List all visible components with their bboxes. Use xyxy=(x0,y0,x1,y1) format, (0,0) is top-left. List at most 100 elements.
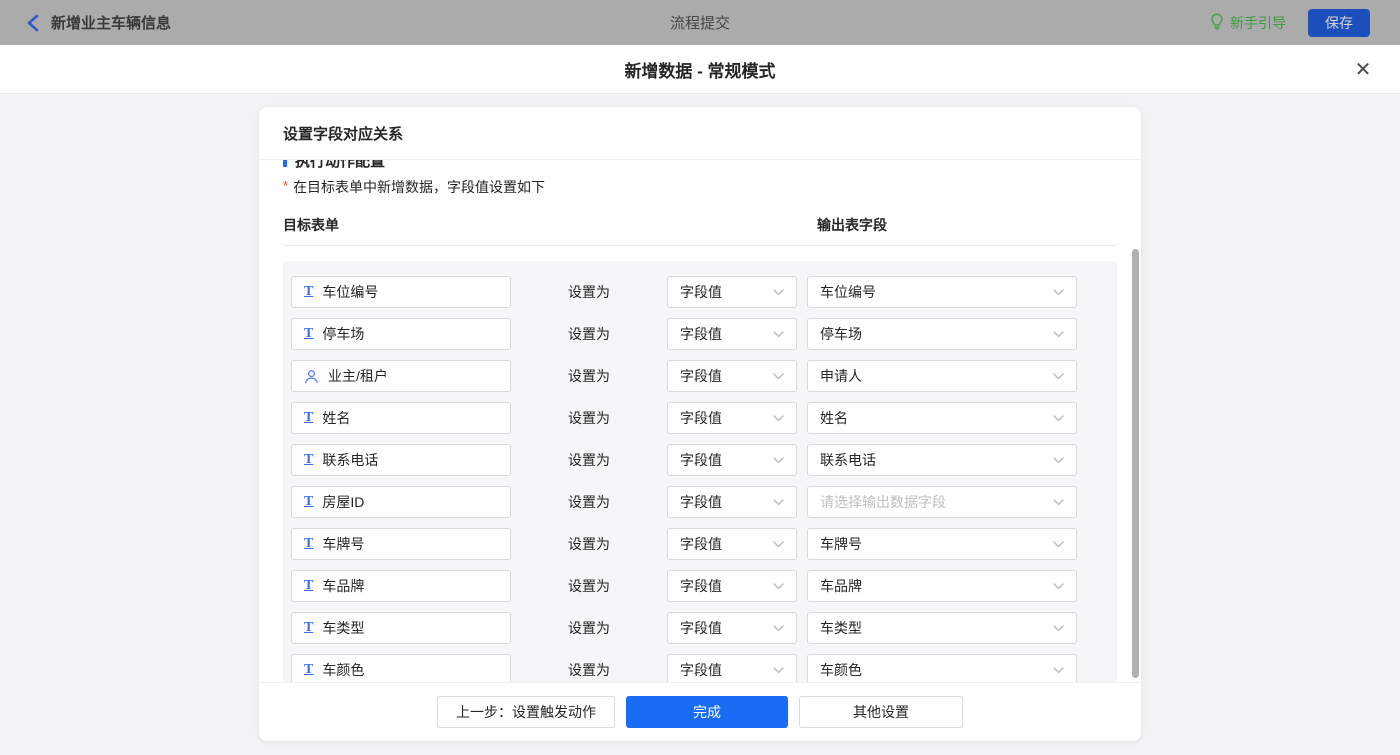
field-mapping-row: T 车类型 设置为 字段值 车类型 xyxy=(291,612,1109,644)
chevron-down-icon xyxy=(773,535,784,553)
chevron-down-icon xyxy=(1053,535,1064,553)
target-field-input[interactable]: T 车类型 xyxy=(291,612,511,644)
text-field-icon: T xyxy=(304,327,313,341)
field-mapping-row: T 姓名 设置为 字段值 姓名 xyxy=(291,402,1109,434)
set-as-label: 设置为 xyxy=(511,618,667,638)
text-field-icon: T xyxy=(304,495,313,509)
clipped-section-title: 执行动作配置 xyxy=(283,160,1117,169)
value-type-select[interactable]: 字段值 xyxy=(667,528,797,560)
set-as-label: 设置为 xyxy=(511,450,667,470)
set-as-label: 设置为 xyxy=(511,576,667,596)
target-field-label: 车类型 xyxy=(322,618,364,638)
done-button[interactable]: 完成 xyxy=(626,696,788,728)
value-type-select[interactable]: 字段值 xyxy=(667,402,797,434)
value-type-select[interactable]: 字段值 xyxy=(667,654,797,682)
value-type-select[interactable]: 字段值 xyxy=(667,276,797,308)
value-type-text: 字段值 xyxy=(680,492,722,512)
output-field-text: 联系电话 xyxy=(820,450,876,470)
target-field-input[interactable]: T 业主/租户 xyxy=(291,360,511,392)
target-field-label: 车位编号 xyxy=(322,282,378,302)
chevron-down-icon xyxy=(773,367,784,385)
instruction-text: 在目标表单中新增数据，字段值设置如下 xyxy=(293,177,545,197)
output-field-select[interactable]: 申请人 xyxy=(807,360,1077,392)
chevron-down-icon xyxy=(773,325,784,343)
value-type-select[interactable]: 字段值 xyxy=(667,486,797,518)
value-type-select[interactable]: 字段值 xyxy=(667,360,797,392)
text-field-icon: T xyxy=(304,285,313,299)
target-field-input[interactable]: T 车颜色 xyxy=(291,654,511,682)
set-as-label: 设置为 xyxy=(511,366,667,386)
value-type-text: 字段值 xyxy=(680,660,722,680)
chevron-down-icon xyxy=(773,577,784,595)
field-mapping-row: T 房屋ID 设置为 字段值 请选择输出数据字段 xyxy=(291,486,1109,518)
text-field-icon: T xyxy=(304,663,313,677)
set-as-label: 设置为 xyxy=(511,660,667,680)
field-mapping-row: T 车品牌 设置为 字段值 车品牌 xyxy=(291,570,1109,602)
output-field-select[interactable]: 车牌号 xyxy=(807,528,1077,560)
chevron-down-icon xyxy=(1053,325,1064,343)
field-rows: T 车位编号 设置为 字段值 车位编号 T 停车场 设置 xyxy=(283,261,1117,682)
lightbulb-icon xyxy=(1210,13,1224,33)
chevron-down-icon xyxy=(773,661,784,679)
value-type-select[interactable]: 字段值 xyxy=(667,570,797,602)
card-scroll-area: 执行动作配置 * 在目标表单中新增数据，字段值设置如下 目标表单 输出表字段 T xyxy=(259,160,1141,682)
target-field-input[interactable]: T 停车场 xyxy=(291,318,511,350)
value-type-text: 字段值 xyxy=(680,408,722,428)
output-field-select[interactable]: 车品牌 xyxy=(807,570,1077,602)
chevron-down-icon xyxy=(1053,283,1064,301)
save-button[interactable]: 保存 xyxy=(1308,9,1370,37)
required-asterisk: * xyxy=(283,178,288,193)
card-header-title: 设置字段对应关系 xyxy=(259,107,1141,160)
target-field-label: 车牌号 xyxy=(322,534,364,554)
guide-button[interactable]: 新手引导 xyxy=(1210,13,1286,33)
field-mapping-row: T 停车场 设置为 字段值 停车场 xyxy=(291,318,1109,350)
field-mapping-row: T 业主/租户 设置为 字段值 申请人 xyxy=(291,360,1109,392)
output-field-select[interactable]: 姓名 xyxy=(807,402,1077,434)
set-as-label: 设置为 xyxy=(511,408,667,428)
prev-step-button[interactable]: 上一步：设置触发动作 xyxy=(437,696,615,728)
close-icon[interactable]: ✕ xyxy=(1352,58,1374,80)
back-button[interactable] xyxy=(26,14,39,32)
target-field-label: 车颜色 xyxy=(322,660,364,680)
target-field-input[interactable]: T 车位编号 xyxy=(291,276,511,308)
output-field-select[interactable]: 停车场 xyxy=(807,318,1077,350)
field-mapping-row: T 联系电话 设置为 字段值 联系电话 xyxy=(291,444,1109,476)
value-type-select[interactable]: 字段值 xyxy=(667,318,797,350)
field-mapping-row: T 车颜色 设置为 字段值 车颜色 xyxy=(291,654,1109,682)
topbar-center-title: 流程提交 xyxy=(420,12,980,33)
target-field-input[interactable]: T 车品牌 xyxy=(291,570,511,602)
output-field-text: 车牌号 xyxy=(820,534,862,554)
user-field-icon xyxy=(304,369,319,384)
target-field-input[interactable]: T 车牌号 xyxy=(291,528,511,560)
output-field-select[interactable]: 车位编号 xyxy=(807,276,1077,308)
set-as-label: 设置为 xyxy=(511,492,667,512)
set-as-label: 设置为 xyxy=(511,282,667,302)
other-settings-button[interactable]: 其他设置 xyxy=(799,696,963,728)
chevron-down-icon xyxy=(773,451,784,469)
target-field-label: 房屋ID xyxy=(322,492,364,512)
target-field-input[interactable]: T 房屋ID xyxy=(291,486,511,518)
topbar: 新增业主车辆信息 流程提交 新手引导 保存 xyxy=(0,0,1400,45)
field-mapping-row: T 车位编号 设置为 字段值 车位编号 xyxy=(291,276,1109,308)
vertical-scrollbar[interactable] xyxy=(1132,249,1139,678)
set-as-label: 设置为 xyxy=(511,324,667,344)
chevron-down-icon xyxy=(1053,493,1064,511)
output-field-select[interactable]: 联系电话 xyxy=(807,444,1077,476)
output-field-text: 车品牌 xyxy=(820,576,862,596)
target-field-input[interactable]: T 联系电话 xyxy=(291,444,511,476)
modal-header: 新增数据 - 常规模式 ✕ xyxy=(0,45,1400,94)
value-type-text: 字段值 xyxy=(680,450,722,470)
modal-title: 新增数据 - 常规模式 xyxy=(624,57,775,82)
value-type-select[interactable]: 字段值 xyxy=(667,612,797,644)
workflow-title: 新增业主车辆信息 xyxy=(51,12,171,33)
text-field-icon: T xyxy=(304,579,313,593)
chevron-down-icon xyxy=(773,493,784,511)
output-field-select[interactable]: 车颜色 xyxy=(807,654,1077,682)
target-field-input[interactable]: T 姓名 xyxy=(291,402,511,434)
output-field-select[interactable]: 请选择输出数据字段 xyxy=(807,486,1077,518)
chevron-down-icon xyxy=(1053,451,1064,469)
value-type-select[interactable]: 字段值 xyxy=(667,444,797,476)
output-field-text: 请选择输出数据字段 xyxy=(820,492,946,512)
output-field-select[interactable]: 车类型 xyxy=(807,612,1077,644)
chevron-left-icon xyxy=(26,14,39,32)
